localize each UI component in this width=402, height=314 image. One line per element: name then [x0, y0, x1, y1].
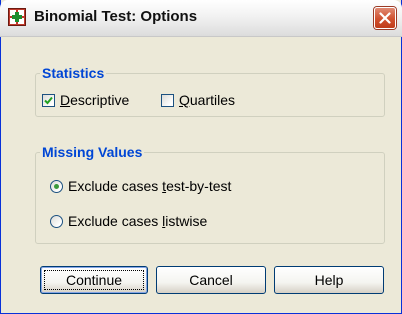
- exclude-listwise-radio[interactable]: Exclude cases l istwise: [50, 213, 207, 229]
- missing-values-legend: Missing Values: [40, 144, 145, 160]
- continue-button[interactable]: Continue: [40, 266, 148, 294]
- binomial-test-options-dialog: Binomial Test: Options Statistics Descri…: [0, 0, 402, 314]
- exclude-test-by-test-label-suffix: est-by-test: [166, 178, 232, 194]
- close-button[interactable]: [374, 7, 396, 29]
- statistics-legend: Statistics: [40, 65, 107, 81]
- help-button[interactable]: Help: [274, 266, 384, 294]
- descriptive-label: escriptive: [70, 92, 130, 108]
- exclude-listwise-label-prefix: Exclude cases: [68, 213, 163, 229]
- quartiles-checkbox-box[interactable]: [161, 93, 174, 107]
- descriptive-label-initial: D: [60, 92, 71, 108]
- quartiles-label: uartiles: [189, 92, 236, 108]
- exclude-test-by-test-radio[interactable]: Exclude cases t est-by-test: [50, 178, 231, 194]
- exclude-test-by-test-label-prefix: Exclude cases: [68, 178, 163, 194]
- statistics-group: Statistics Descriptive Quartiles: [35, 65, 385, 117]
- exclude-listwise-radio-circle[interactable]: [50, 214, 63, 228]
- descriptive-checkbox-box[interactable]: [42, 93, 55, 107]
- dialog-title: Binomial Test: Options: [34, 8, 198, 25]
- cancel-button[interactable]: Cancel: [156, 266, 266, 294]
- title-bar[interactable]: Binomial Test: Options: [0, 0, 402, 37]
- close-icon: [379, 12, 391, 24]
- exclude-test-by-test-radio-circle[interactable]: [50, 179, 63, 193]
- descriptive-checkbox[interactable]: Descriptive: [42, 92, 129, 108]
- checkmark-icon: [44, 96, 53, 104]
- quartiles-checkbox[interactable]: Quartiles: [161, 92, 235, 108]
- missing-values-group: Missing Values Exclude cases t est-by-tes…: [35, 144, 385, 244]
- exclude-listwise-label-suffix: istwise: [165, 213, 208, 229]
- spss-app-icon: [8, 8, 26, 26]
- radio-selected-dot: [54, 183, 59, 189]
- quartiles-label-initial: Q: [179, 92, 190, 108]
